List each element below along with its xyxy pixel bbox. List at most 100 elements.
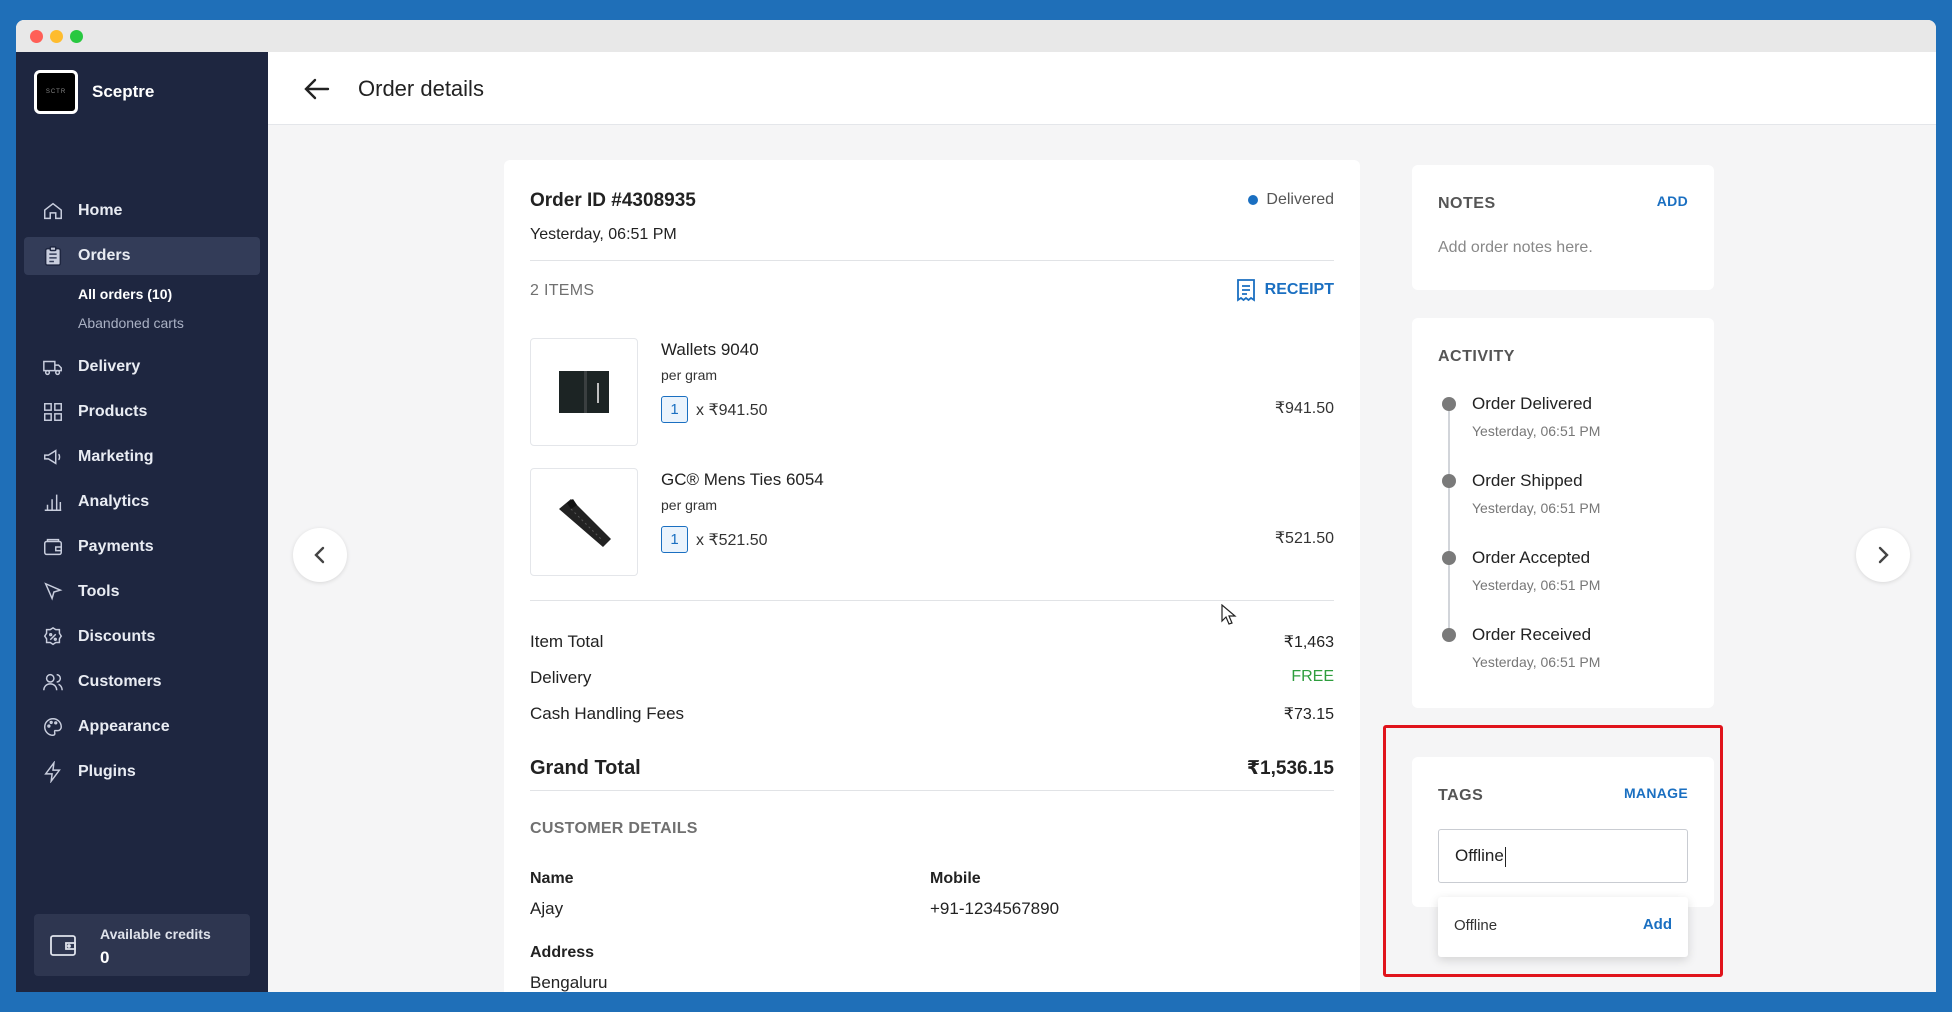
wallet-product-icon bbox=[559, 371, 609, 413]
product-thumbnail bbox=[530, 468, 638, 576]
receipt-icon bbox=[1236, 279, 1255, 302]
sidebar-item-products[interactable]: Products bbox=[24, 393, 260, 431]
mouse-cursor-icon bbox=[1221, 604, 1237, 625]
item-price: ₹941.50 bbox=[1274, 400, 1334, 417]
grid-icon bbox=[44, 403, 62, 421]
chevron-left-icon bbox=[314, 546, 325, 564]
divider bbox=[530, 260, 1334, 261]
notes-card: NOTES ADD Add order notes here. bbox=[1412, 165, 1714, 290]
tie-product-icon bbox=[559, 499, 611, 547]
next-order-button[interactable] bbox=[1856, 528, 1910, 582]
order-id: Order ID #4308935 bbox=[530, 190, 696, 211]
customer-mobile-label: Mobile bbox=[930, 870, 981, 887]
receipt-button[interactable]: RECEIPT bbox=[1235, 278, 1334, 302]
divider bbox=[530, 600, 1334, 601]
customer-address: Bengaluru bbox=[530, 973, 608, 992]
sidebar-item-appearance[interactable]: Appearance bbox=[24, 708, 260, 746]
quantity-badge: 1 bbox=[661, 526, 688, 553]
users-icon bbox=[43, 673, 63, 691]
fees-row: Cash Handling Fees ₹73.15 bbox=[530, 704, 1334, 723]
megaphone-icon bbox=[44, 449, 61, 465]
maximize-window-button[interactable] bbox=[70, 30, 83, 43]
customer-name-label: Name bbox=[530, 870, 574, 887]
notes-heading: NOTES bbox=[1438, 195, 1496, 212]
divider bbox=[530, 790, 1334, 791]
items-count: 2 ITEMS bbox=[530, 282, 595, 299]
sidebar-item-orders[interactable]: Orders bbox=[24, 237, 260, 275]
bar-chart-icon bbox=[44, 494, 62, 511]
product-thumbnail bbox=[530, 338, 638, 446]
sidebar-item-analytics[interactable]: Analytics bbox=[24, 483, 260, 521]
sidebar-item-marketing[interactable]: Marketing bbox=[24, 438, 260, 476]
brand-name: Sceptre bbox=[92, 82, 155, 101]
item-name: GC® Mens Ties 6054 bbox=[661, 470, 824, 489]
chevron-right-icon bbox=[1878, 546, 1889, 564]
highlight-box bbox=[1383, 725, 1723, 977]
fees-value: ₹73.15 bbox=[1283, 706, 1334, 723]
list-item[interactable]: Wallets 9040 per gram 1 x ₹941.50 ₹941.5… bbox=[530, 338, 1334, 448]
timeline-dot-icon bbox=[1442, 551, 1456, 565]
sidebar-item-tools[interactable]: Tools bbox=[24, 573, 260, 611]
list-item[interactable]: GC® Mens Ties 6054 per gram 1 x ₹521.50 … bbox=[530, 468, 1334, 578]
customer-name: Ajay bbox=[530, 899, 564, 918]
item-total-row: Item Total ₹1,463 bbox=[530, 632, 1334, 651]
truck-icon bbox=[43, 360, 62, 376]
item-unit: per gram bbox=[661, 497, 718, 513]
pointer-icon bbox=[44, 582, 63, 601]
sidebar: SCTR Sceptre Home Orders All orders (10)… bbox=[16, 52, 268, 992]
item-quantity: 1 x ₹941.50 bbox=[661, 396, 768, 423]
credits-value: 0 bbox=[100, 948, 110, 967]
sidebar-item-plugins[interactable]: Plugins bbox=[24, 753, 260, 791]
sidebar-item-customers[interactable]: Customers bbox=[24, 663, 260, 701]
status-dot-icon bbox=[1248, 195, 1259, 205]
grand-total-row: Grand Total ₹1,536.15 bbox=[530, 757, 1334, 779]
notes-placeholder[interactable]: Add order notes here. bbox=[1438, 239, 1593, 257]
page-title: Order details bbox=[358, 76, 484, 101]
previous-order-button[interactable] bbox=[293, 528, 347, 582]
sidebar-item-delivery[interactable]: Delivery bbox=[24, 348, 260, 386]
timeline-dot-icon bbox=[1442, 474, 1456, 488]
activity-card: ACTIVITY Order Delivered Yesterday, 06:5… bbox=[1412, 318, 1714, 708]
submenu-abandoned-carts[interactable]: Abandoned carts bbox=[78, 309, 260, 338]
brand[interactable]: SCTR Sceptre bbox=[34, 70, 154, 114]
quantity-badge: 1 bbox=[661, 396, 688, 423]
clipboard-icon bbox=[44, 246, 62, 266]
customer-details-heading: CUSTOMER DETAILS bbox=[530, 820, 698, 837]
orders-submenu: All orders (10) Abandoned carts bbox=[24, 280, 260, 338]
status-badge: Delivered bbox=[1248, 191, 1334, 209]
item-price: ₹521.50 bbox=[1274, 530, 1334, 547]
sidebar-item-home[interactable]: Home bbox=[24, 192, 260, 230]
close-window-button[interactable] bbox=[30, 30, 43, 43]
wallet-icon bbox=[50, 935, 76, 956]
item-name: Wallets 9040 bbox=[661, 340, 759, 359]
item-total-value: ₹1,463 bbox=[1283, 634, 1334, 651]
add-note-button[interactable]: ADD bbox=[1657, 193, 1688, 209]
back-arrow-icon[interactable] bbox=[302, 74, 332, 104]
sidebar-item-discounts[interactable]: Discounts bbox=[24, 618, 260, 656]
lightning-icon bbox=[44, 761, 61, 783]
minimize-window-button[interactable] bbox=[50, 30, 63, 43]
submenu-all-orders[interactable]: All orders (10) bbox=[78, 280, 260, 309]
page-header: Order details bbox=[268, 52, 1936, 125]
item-unit: per gram bbox=[661, 367, 718, 383]
percent-badge-icon bbox=[43, 626, 63, 646]
timeline-line bbox=[1448, 404, 1450, 634]
customer-mobile[interactable]: +91-1234567890 bbox=[930, 899, 1059, 919]
customer-address-label: Address bbox=[530, 944, 595, 961]
activity-heading: ACTIVITY bbox=[1438, 348, 1515, 365]
home-icon bbox=[44, 202, 62, 220]
sidebar-nav: Home Orders All orders (10) Abandoned ca… bbox=[24, 192, 260, 798]
wallet-icon bbox=[44, 538, 62, 556]
title-bar bbox=[16, 20, 1936, 52]
palette-icon bbox=[44, 718, 62, 736]
app-window: SCTR Sceptre Home Orders All orders (10)… bbox=[16, 20, 1936, 992]
delivery-row: Delivery FREE bbox=[530, 668, 1334, 687]
order-date: Yesterday, 06:51 PM bbox=[530, 226, 677, 243]
delivery-value: FREE bbox=[1291, 668, 1334, 685]
sidebar-item-payments[interactable]: Payments bbox=[24, 528, 260, 566]
timeline-dot-icon bbox=[1442, 628, 1456, 642]
timeline-dot-icon bbox=[1442, 397, 1456, 411]
credits-label: Available credits bbox=[100, 926, 211, 942]
credits-widget[interactable]: Available credits 0 bbox=[34, 914, 250, 976]
order-card: Order ID #4308935 Yesterday, 06:51 PM De… bbox=[504, 160, 1360, 992]
